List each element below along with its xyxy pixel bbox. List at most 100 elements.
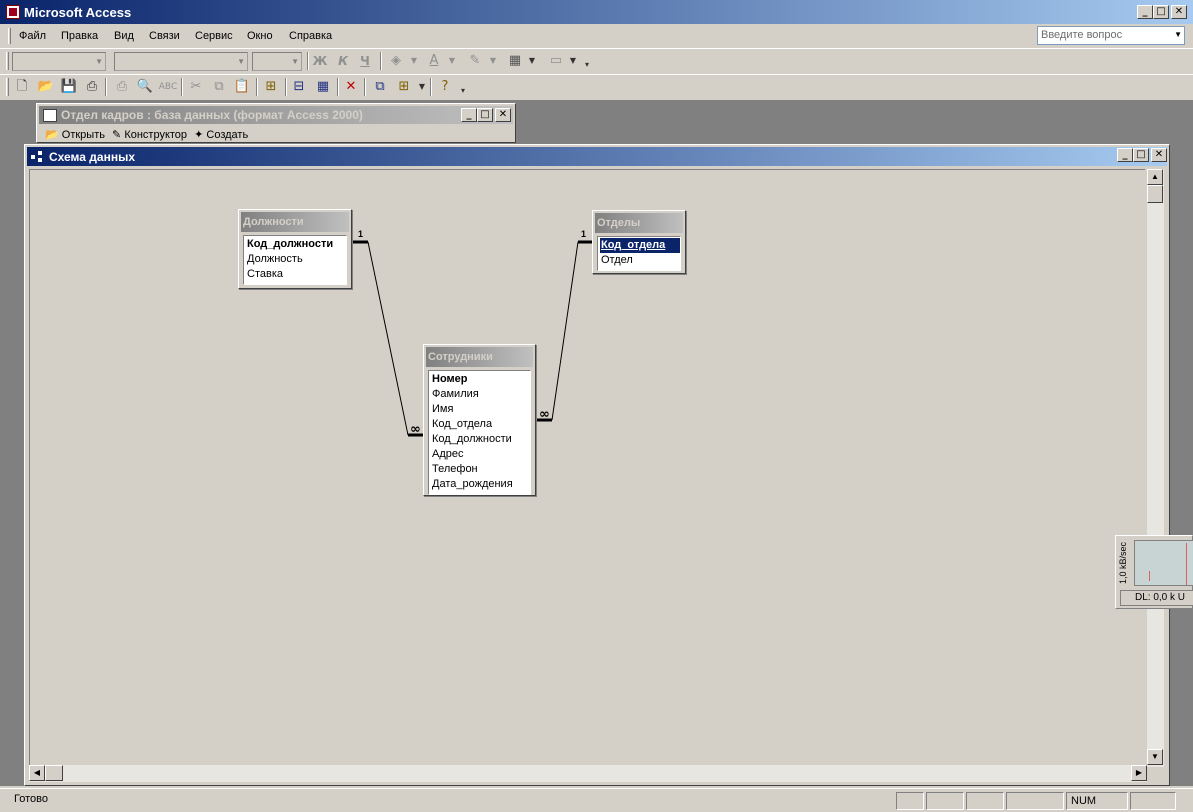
chevron-down-icon[interactable]: ▼ bbox=[404, 51, 424, 71]
menu-edit[interactable]: Правка bbox=[61, 30, 98, 42]
menu-help[interactable]: Справка bbox=[289, 30, 332, 42]
table-title[interactable]: Сотрудники bbox=[426, 347, 533, 367]
fill-color-icon[interactable]: ◈ bbox=[386, 51, 406, 71]
menu-tools[interactable]: Сервис bbox=[195, 30, 233, 42]
database-window-icon[interactable]: ⧉ bbox=[370, 77, 390, 97]
spelling-icon[interactable]: ABC bbox=[158, 77, 178, 97]
chevron-down-icon[interactable]: ▼ bbox=[412, 77, 432, 97]
field-item[interactable]: Телефон bbox=[431, 462, 530, 477]
help-icon[interactable]: ? bbox=[435, 77, 455, 97]
chevron-down-icon[interactable]: ▼ bbox=[1174, 30, 1182, 39]
scroll-thumb[interactable] bbox=[45, 765, 63, 781]
new-object-icon[interactable]: ⊞ bbox=[394, 77, 414, 97]
open-folder-icon[interactable]: 📂 bbox=[36, 77, 56, 97]
relation-many-label: ∞ bbox=[539, 407, 550, 422]
relationships-window-title: Схема данных bbox=[49, 150, 135, 164]
vertical-scrollbar[interactable]: ▲ ▼ bbox=[1147, 169, 1164, 767]
delete-icon[interactable]: ✕ bbox=[341, 77, 361, 97]
toolbar-grip[interactable] bbox=[6, 78, 9, 96]
menu-file[interactable]: Файл bbox=[19, 30, 46, 42]
relation-line[interactable] bbox=[551, 241, 579, 421]
menu-grip[interactable] bbox=[8, 28, 11, 44]
field-item[interactable]: Код_должности bbox=[246, 237, 346, 252]
relation-line[interactable] bbox=[367, 241, 409, 436]
open-button[interactable]: Открыть bbox=[62, 129, 105, 141]
minimize-icon[interactable]: _ bbox=[1117, 148, 1133, 162]
close-icon[interactable]: ✕ bbox=[495, 108, 511, 122]
scroll-left-icon[interactable]: ◀ bbox=[29, 765, 45, 781]
maximize-icon[interactable]: □ bbox=[477, 108, 493, 122]
show-table-icon[interactable]: ⊞ bbox=[261, 77, 281, 97]
database-window-title-bar[interactable]: Отдел кадров : база данных (формат Acces… bbox=[39, 106, 513, 124]
relationships-window[interactable]: Схема данных _ □ ✕ 1 ∞ 1 ∞ Должности Код… bbox=[24, 144, 1170, 786]
access-app-icon[interactable] bbox=[6, 5, 20, 19]
italic-button[interactable]: К bbox=[333, 51, 353, 71]
menu-window[interactable]: Окно bbox=[247, 30, 273, 42]
minimize-icon[interactable]: _ bbox=[1137, 5, 1153, 19]
menu-relations[interactable]: Связи bbox=[149, 30, 180, 42]
minimize-icon[interactable]: _ bbox=[461, 108, 477, 122]
bold-button[interactable]: Ж bbox=[310, 51, 330, 71]
save-icon[interactable]: 💾 bbox=[59, 77, 79, 97]
show-direct-icon[interactable]: ⊟ bbox=[289, 77, 309, 97]
show-all-relations-icon[interactable]: ▦ bbox=[313, 77, 333, 97]
scroll-thumb[interactable] bbox=[1147, 185, 1163, 203]
ask-question-box[interactable]: Введите вопрос ▼ bbox=[1037, 26, 1185, 45]
object-combo[interactable]: ▼ bbox=[12, 52, 106, 71]
menu-view[interactable]: Вид bbox=[114, 30, 134, 42]
chevron-down-icon[interactable]: ▼ bbox=[522, 51, 542, 71]
font-color-icon[interactable]: A bbox=[424, 51, 444, 71]
cut-icon[interactable]: ✂ bbox=[186, 77, 206, 97]
design-button[interactable]: Конструктор bbox=[124, 129, 187, 141]
field-item[interactable]: Код_отдела bbox=[431, 417, 530, 432]
close-icon[interactable]: ✕ bbox=[1151, 148, 1167, 162]
field-item[interactable]: Номер bbox=[431, 372, 530, 387]
scroll-up-icon[interactable]: ▲ bbox=[1147, 169, 1163, 185]
field-item[interactable]: Имя bbox=[431, 402, 530, 417]
create-button[interactable]: Создать bbox=[206, 129, 248, 141]
horizontal-scrollbar[interactable]: ◀ ▶ bbox=[29, 765, 1147, 782]
scroll-down-icon[interactable]: ▼ bbox=[1147, 749, 1163, 765]
new-file-icon[interactable]: 🗋 bbox=[12, 77, 32, 97]
preview-icon[interactable]: 🔍 bbox=[135, 77, 155, 97]
toolbar-separator bbox=[256, 78, 258, 96]
line-color-icon[interactable]: ✎ bbox=[465, 51, 485, 71]
field-item[interactable]: Должность bbox=[246, 252, 346, 267]
print-preview-icon[interactable]: ⎙ bbox=[82, 77, 102, 97]
relationships-window-title-bar[interactable]: Схема данных bbox=[27, 147, 1167, 166]
app-title-bar[interactable]: Microsoft Access _ □ ✕ bbox=[0, 0, 1193, 24]
field-item[interactable]: Адрес bbox=[431, 447, 530, 462]
maximize-icon[interactable]: □ bbox=[1133, 148, 1149, 162]
print-icon[interactable]: ⎙ bbox=[112, 77, 132, 97]
paste-icon[interactable]: 📋 bbox=[232, 77, 252, 97]
field-item[interactable]: Отдел bbox=[600, 253, 680, 268]
chevron-down-icon[interactable]: ▼ bbox=[483, 51, 503, 71]
restore-icon[interactable]: □ bbox=[1153, 5, 1169, 19]
chevron-down-icon[interactable]: ▼ bbox=[442, 51, 462, 71]
table-title[interactable]: Отделы bbox=[595, 213, 683, 233]
toolbar-grip[interactable] bbox=[6, 52, 9, 70]
table-positions[interactable]: Должности Код_должности Должность Ставка bbox=[238, 209, 352, 289]
field-item[interactable]: Дата_рождения bbox=[431, 477, 530, 492]
scroll-right-icon[interactable]: ▶ bbox=[1131, 765, 1147, 781]
database-window[interactable]: Отдел кадров : база данных (формат Acces… bbox=[36, 103, 516, 143]
table-title[interactable]: Должности bbox=[241, 212, 349, 232]
toolbar-options-icon[interactable]: ▾ bbox=[577, 55, 597, 75]
menu-bar: Файл Правка Вид Связи Сервис Окно Справк… bbox=[0, 25, 1193, 47]
font-size-combo[interactable]: ▼ bbox=[252, 52, 302, 71]
close-icon[interactable]: ✕ bbox=[1171, 5, 1187, 19]
toolbar-options-icon[interactable]: ▾ bbox=[453, 81, 473, 101]
relation-one-label: 1 bbox=[358, 229, 364, 239]
field-item-selected[interactable]: Код_отдела bbox=[600, 238, 680, 253]
status-text: Готово bbox=[14, 793, 48, 805]
field-item[interactable]: Код_должности bbox=[431, 432, 530, 447]
table-employees[interactable]: Сотрудники Номер Фамилия Имя Код_отдела … bbox=[423, 344, 536, 496]
relationships-canvas[interactable]: 1 ∞ 1 ∞ Должности Код_должности Должност… bbox=[29, 169, 1145, 767]
field-item[interactable]: Фамилия bbox=[431, 387, 530, 402]
underline-button[interactable]: Ч bbox=[355, 51, 375, 71]
copy-icon[interactable]: ⧉ bbox=[209, 77, 229, 97]
toolbar-separator bbox=[181, 78, 183, 96]
field-item[interactable]: Ставка bbox=[246, 267, 346, 282]
table-departments[interactable]: Отделы Код_отдела Отдел bbox=[592, 210, 686, 274]
font-combo[interactable]: ▼ bbox=[114, 52, 248, 71]
